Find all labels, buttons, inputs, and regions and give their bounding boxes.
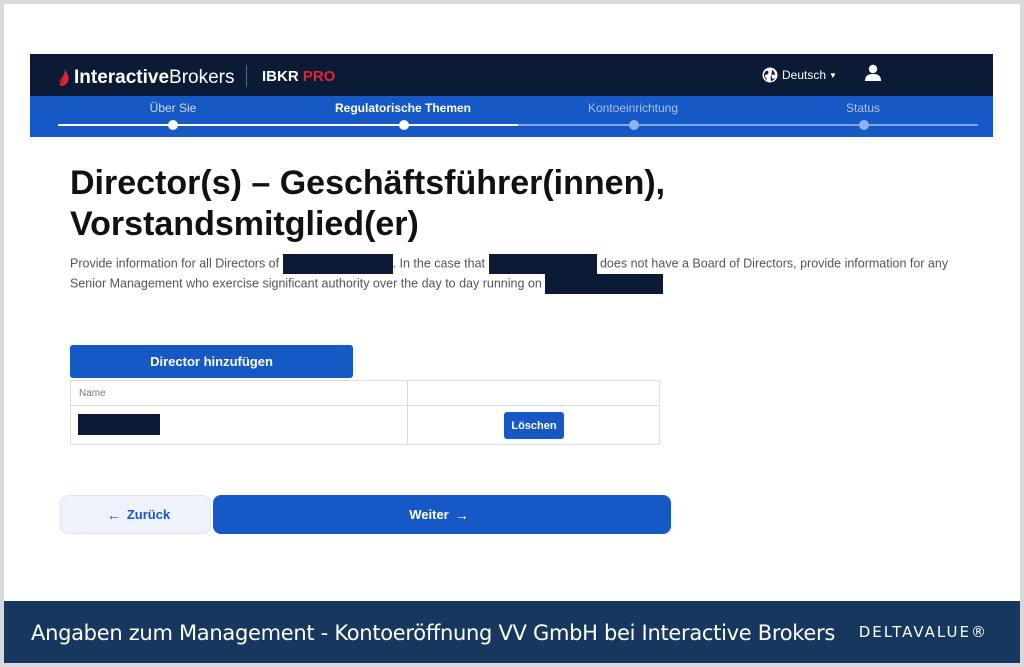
redacted-company-name xyxy=(282,254,393,274)
page-title: Director(s) – Geschäftsführer(innen), Vo… xyxy=(70,163,665,245)
step-dot-3 xyxy=(629,120,639,130)
footer-caption: Angaben zum Management - Kontoeröffnung … xyxy=(31,621,835,645)
user-icon[interactable] xyxy=(865,64,881,82)
back-button[interactable]: ← Zurück xyxy=(60,495,211,534)
add-director-button[interactable]: Director hinzufügen xyxy=(70,345,353,378)
step-account-setup[interactable]: Kontoeinrichtung xyxy=(533,101,733,115)
chevron-down-icon: ▼ xyxy=(829,70,837,80)
description-part2: . In the case that xyxy=(392,256,486,271)
step-regulatory[interactable]: Regulatorische Themen xyxy=(303,101,503,115)
header-divider xyxy=(246,65,247,87)
redacted-director-name xyxy=(78,414,160,435)
next-button-label: Weiter xyxy=(409,507,449,522)
product-prefix: IBKR xyxy=(262,68,303,85)
flame-logo-icon xyxy=(59,69,69,86)
column-header-name: Name xyxy=(79,388,106,399)
directors-table: Name Löschen xyxy=(70,380,660,445)
progress-stepper: Über Sie Regulatorische Themen Kontoeinr… xyxy=(30,96,993,137)
product-name: IBKR PRO xyxy=(262,68,335,85)
step-track-progress xyxy=(58,124,518,126)
step-dot-1 xyxy=(168,120,178,130)
table-header: Name xyxy=(71,381,659,406)
caption-footer: Angaben zum Management - Kontoeröffnung … xyxy=(4,601,1020,663)
language-selector[interactable]: Deutsch ▼ xyxy=(762,67,837,83)
top-navbar: InteractiveBrokers IBKR PRO Deutsch ▼ xyxy=(30,54,993,96)
redacted-company-name xyxy=(488,254,597,274)
back-button-label: Zurück xyxy=(126,507,171,522)
redacted-company-name xyxy=(545,274,664,294)
delete-director-button[interactable]: Löschen xyxy=(504,412,564,439)
page-description: Provide information for all Directors of… xyxy=(70,254,970,294)
step-about-you[interactable]: Über Sie xyxy=(73,101,273,115)
page-title-line2: Vorstandsmitglied(er) xyxy=(70,205,419,243)
globe-icon xyxy=(762,67,778,83)
step-dot-2 xyxy=(399,120,409,130)
step-dot-4 xyxy=(859,120,869,130)
page-title-line1: Director(s) – Geschäftsführer(innen), xyxy=(70,164,666,202)
deltavalue-logo: DELTAVALUE® xyxy=(858,623,988,641)
description-part1: Provide information for all Directors of xyxy=(70,256,280,271)
language-label: Deutsch xyxy=(782,68,827,82)
next-button[interactable]: Weiter → xyxy=(213,495,671,534)
logo-bold-text: Interactive xyxy=(74,67,170,88)
interactive-brokers-logo[interactable]: InteractiveBrokers xyxy=(58,67,235,89)
logo-regular-text: Brokers xyxy=(169,67,235,88)
arrow-left-icon: ← xyxy=(106,506,121,523)
step-status[interactable]: Status xyxy=(763,101,963,115)
product-accent: PRO xyxy=(302,68,336,85)
arrow-right-icon: → xyxy=(454,506,469,523)
column-divider xyxy=(407,381,408,444)
